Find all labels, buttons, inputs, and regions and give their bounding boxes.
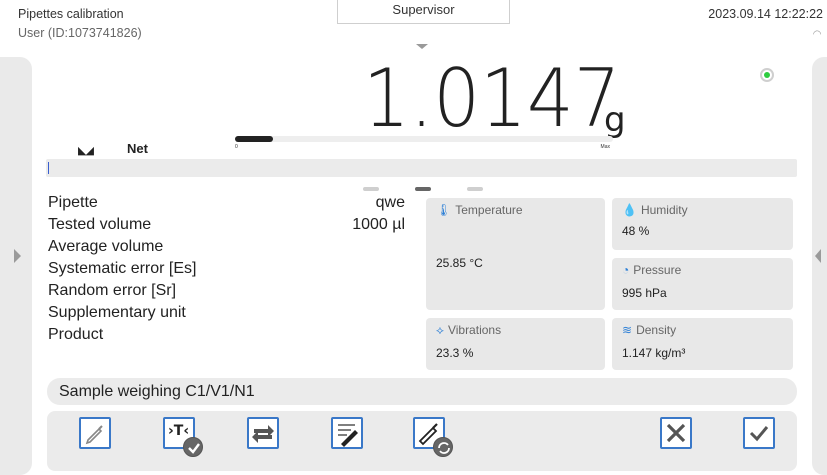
- info-row-supplementary-unit[interactable]: Supplementary unit: [48, 304, 408, 326]
- pipette-icon: [85, 425, 103, 445]
- info-label: Supplementary unit: [48, 304, 186, 321]
- text-cursor: [48, 162, 49, 174]
- vibrations-tile[interactable]: ⟡ Vibrations 23.3 %: [426, 318, 605, 370]
- humidity-tile[interactable]: 💧 Humidity 48 %: [612, 198, 793, 250]
- temperature-value: 25.85 °C: [436, 256, 483, 270]
- density-label: Density: [636, 323, 677, 337]
- weighing-range-bar: 0 Max: [235, 136, 613, 150]
- info-label: Tested volume: [48, 216, 152, 233]
- message-strip: [46, 159, 797, 177]
- range-min-label: 0: [235, 144, 238, 150]
- info-row-average-volume[interactable]: Average volume: [48, 238, 408, 260]
- temperature-label-wrap: 🌡 Temperature: [436, 203, 523, 217]
- humidity-label-wrap: 💧 Humidity: [622, 203, 688, 217]
- info-label: Pipette: [48, 194, 98, 211]
- density-value: 1.147 kg/m³: [622, 346, 686, 360]
- humidity-value: 48 %: [622, 224, 650, 238]
- page-dot-2[interactable]: [415, 187, 431, 191]
- temperature-tile[interactable]: 🌡 Temperature 25.85 °C: [426, 198, 605, 310]
- info-label: Random error [Sr]: [48, 282, 177, 299]
- tare-confirm-button[interactable]: ›T‹: [163, 417, 203, 457]
- vibrations-label-wrap: ⟡ Vibrations: [436, 323, 501, 338]
- cancel-icon: [666, 423, 686, 443]
- pressure-icon: ◔: [622, 263, 630, 277]
- swap-icon: [252, 425, 274, 443]
- role-tab[interactable]: Supervisor: [337, 0, 510, 24]
- stability-indicator-icon: [760, 68, 774, 82]
- info-row-systematic-error[interactable]: Systematic error [Es]: [48, 260, 408, 282]
- page-indicator: [363, 187, 483, 191]
- report-edit-icon: [338, 424, 358, 447]
- info-label: Systematic error [Es]: [48, 260, 197, 277]
- thermometer-icon: 🌡: [436, 203, 452, 217]
- info-value: 1000 µl: [352, 216, 405, 233]
- info-label: Average volume: [48, 238, 164, 255]
- pressure-label-wrap: ◔ Pressure: [622, 263, 681, 277]
- density-tile[interactable]: ≋ Density 1.147 kg/m³: [612, 318, 793, 370]
- pipette-info-list: Pipette qwe Tested volume 1000 µl Average …: [48, 194, 408, 348]
- net-label: Net: [127, 141, 148, 156]
- info-row-product[interactable]: Product: [48, 326, 408, 348]
- confirm-button[interactable]: [743, 417, 775, 449]
- vibrations-icon: ⟡: [436, 323, 444, 337]
- datetime-label: 2023.09.14 12:22:22: [708, 7, 823, 21]
- info-row-tested-volume[interactable]: Tested volume 1000 µl: [48, 216, 408, 238]
- pressure-value: 995 hPa: [622, 286, 667, 300]
- pressure-label: Pressure: [633, 263, 682, 277]
- pull-down-handle-icon[interactable]: [416, 44, 428, 49]
- pipette-button[interactable]: [79, 417, 111, 449]
- app-title: Pipettes calibration: [18, 7, 124, 21]
- range-fill: [235, 136, 273, 142]
- swap-button[interactable]: [247, 417, 279, 449]
- svg-text:›T‹: ›T‹: [168, 423, 189, 439]
- tare-icon: ◣◢: [78, 145, 94, 157]
- humidity-label: Humidity: [640, 203, 688, 217]
- info-label: Product: [48, 326, 104, 343]
- sample-weighing-bar[interactable]: Sample weighing C1/V1/N1: [47, 378, 797, 405]
- vibrations-label: Vibrations: [447, 323, 502, 337]
- page-dot-3[interactable]: [467, 187, 483, 191]
- info-row-random-error[interactable]: Random error [Sr]: [48, 282, 408, 304]
- pressure-tile[interactable]: ◔ Pressure 995 hPa: [612, 258, 793, 310]
- page-dot-1[interactable]: [363, 187, 379, 191]
- pipette-refresh-button[interactable]: [413, 417, 453, 457]
- range-max-label: Max: [600, 144, 610, 150]
- bottom-toolbar: ›T‹: [47, 411, 797, 471]
- confirm-icon: [749, 426, 769, 442]
- weight-value: 1.0147: [363, 52, 621, 145]
- chevron-left-icon: [815, 249, 821, 263]
- right-side-panel[interactable]: [812, 57, 827, 475]
- wind-density-icon: ≋: [622, 323, 633, 337]
- cancel-button[interactable]: [660, 417, 692, 449]
- report-edit-button[interactable]: [331, 417, 363, 449]
- chevron-right-icon: [14, 249, 21, 263]
- weight-unit[interactable]: g: [604, 100, 626, 140]
- info-row-pipette[interactable]: Pipette qwe: [48, 194, 408, 216]
- left-side-panel[interactable]: [0, 57, 32, 475]
- vibrations-value: 23.3 %: [436, 346, 474, 360]
- density-label-wrap: ≋ Density: [622, 323, 676, 337]
- info-value: qwe: [375, 194, 405, 211]
- user-id-label: User (ID:1073741826): [18, 26, 142, 40]
- temperature-label: Temperature: [455, 203, 523, 217]
- weight-readout: 1.0147: [363, 52, 643, 145]
- wifi-icon: ◜◝: [813, 29, 821, 40]
- range-track: [235, 136, 613, 142]
- status-header: Pipettes calibration User (ID:1073741826…: [0, 0, 827, 46]
- check-badge-icon: [183, 437, 203, 457]
- humidity-icon: 💧: [622, 203, 637, 217]
- refresh-badge-icon: [433, 437, 453, 457]
